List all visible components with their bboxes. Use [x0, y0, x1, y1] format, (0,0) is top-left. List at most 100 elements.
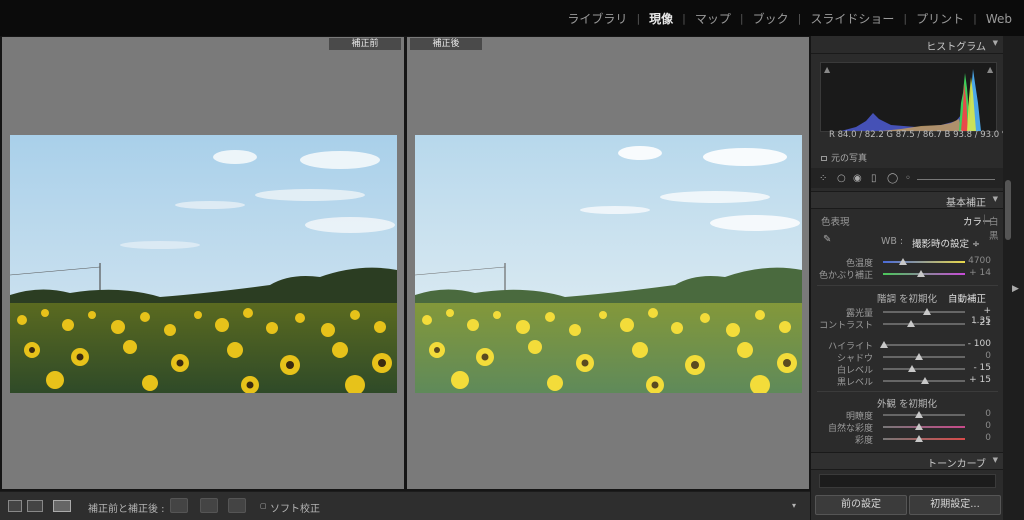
saturation-value[interactable]: 0: [961, 433, 991, 443]
after-pane[interactable]: 補正後: [407, 37, 809, 489]
module-separator: |: [973, 12, 977, 25]
radial-filter-icon[interactable]: ◯: [887, 173, 898, 184]
divider: [817, 285, 998, 286]
module-bar: ライブラリ | 現像 | マップ | ブック | スライドショー | プリント …: [0, 0, 1024, 36]
contrast-knob[interactable]: [907, 320, 915, 327]
reset-button[interactable]: 初期設定...: [909, 495, 1001, 515]
after-photo[interactable]: [415, 135, 802, 393]
treatment-label: 色表現: [821, 217, 850, 228]
whites-slider[interactable]: [883, 368, 965, 370]
basic-header[interactable]: 基本補正 ▼: [811, 191, 1004, 209]
tonecurve-preview[interactable]: [819, 474, 996, 488]
scroll-thumb[interactable]: [1005, 180, 1011, 240]
tonecurve-header[interactable]: トーンカーブ ▼: [811, 452, 1004, 470]
soft-proof-checkbox[interactable]: ▢: [260, 502, 267, 510]
saturation-slider[interactable]: [883, 438, 965, 440]
panel-expand-icon[interactable]: ▶: [1012, 284, 1019, 294]
collapse-icon: ▼: [992, 456, 998, 464]
color-button[interactable]: カラー: [963, 214, 992, 228]
before-photo[interactable]: [10, 135, 397, 393]
wb-eyedropper-icon[interactable]: ✎: [823, 234, 831, 245]
blacks-knob[interactable]: [921, 377, 929, 384]
exposure-knob[interactable]: [923, 308, 931, 315]
presence-reset[interactable]: 外観 を初期化: [877, 396, 937, 410]
tint-value[interactable]: + 14: [961, 268, 991, 278]
before-pane[interactable]: 補正前: [2, 37, 404, 489]
saturation-knob[interactable]: [915, 435, 923, 442]
original-photo-toggle[interactable]: 元の写真: [821, 151, 867, 164]
rgb-readout: R 84.0 / 82.2 G 87.5 / 86.7 B 93.8 / 93.…: [829, 130, 1010, 140]
vibrance-slider[interactable]: [883, 426, 965, 428]
highlights-value[interactable]: - 100: [961, 339, 991, 349]
module-book[interactable]: ブック: [753, 10, 789, 27]
temp-knob[interactable]: [899, 258, 907, 265]
shadows-slider[interactable]: [883, 356, 965, 358]
whites-value[interactable]: - 15: [961, 363, 991, 373]
wb-label: WB :: [881, 236, 904, 247]
module-separator: |: [903, 12, 908, 25]
redeye-icon[interactable]: ◉: [853, 173, 862, 184]
contrast-slider[interactable]: [883, 323, 965, 325]
clarity-value[interactable]: 0: [961, 409, 991, 419]
tone-reset[interactable]: 階調 を初期化: [877, 291, 937, 305]
highlight-clip-icon: ▲: [987, 65, 994, 74]
module-library[interactable]: ライブラリ: [567, 10, 627, 27]
module-separator: |: [636, 12, 641, 25]
histogram[interactable]: ▲ ▲: [820, 62, 997, 132]
shadows-value[interactable]: 0: [961, 351, 991, 361]
highlights-slider[interactable]: [883, 344, 965, 346]
graduated-filter-icon[interactable]: ▯: [871, 173, 877, 184]
contrast-value[interactable]: - 21: [961, 318, 991, 328]
bw-button[interactable]: 白黒: [989, 214, 1003, 242]
tool-strip: ⁘ ○ ◉ ▯ ◯ ◦: [811, 168, 1004, 188]
copy-before-to-after-button[interactable]: [170, 498, 188, 513]
module-develop[interactable]: 現像: [649, 10, 673, 27]
histogram-title: ヒストグラム: [926, 42, 986, 53]
copy-after-to-before-button[interactable]: [200, 498, 218, 513]
collapse-icon: ▼: [992, 39, 998, 47]
contrast-label: コントラスト: [819, 321, 873, 331]
vibrance-knob[interactable]: [915, 423, 923, 430]
temp-value[interactable]: 4700: [961, 256, 991, 266]
auto-tone-button[interactable]: 自動補正: [948, 291, 986, 305]
brush-icon[interactable]: ◦: [905, 173, 911, 184]
clarity-knob[interactable]: [915, 411, 923, 418]
swap-settings-button[interactable]: [228, 498, 246, 513]
clarity-slider[interactable]: [883, 414, 965, 416]
module-web[interactable]: Web: [986, 12, 1012, 26]
tonecurve-title: トーンカーブ: [927, 459, 986, 470]
histogram-header[interactable]: ヒストグラム ▼: [811, 36, 1004, 54]
blacks-value[interactable]: + 15: [961, 375, 991, 385]
shadow-clip-icon: ▲: [824, 65, 831, 74]
toolbar-menu-icon[interactable]: ▾: [792, 501, 796, 510]
loupe-view-icon[interactable]: [8, 500, 22, 512]
develop-panel: ヒストグラム ▼ ▲ ▲ R 84.0 / 82.2 G 87.5 / 86.7…: [810, 36, 1010, 520]
before-label: 補正前: [329, 38, 401, 50]
previous-settings-button[interactable]: 前の設定: [815, 495, 907, 515]
tint-knob[interactable]: [917, 270, 925, 277]
compare-viewer: 補正前 補正後: [0, 36, 810, 491]
original-photo-label: 元の写真: [831, 154, 868, 164]
treatment-sep: |: [983, 214, 987, 225]
module-slideshow[interactable]: スライドショー: [810, 10, 894, 27]
collapse-icon: ▼: [992, 195, 998, 203]
panel-scrollbar[interactable]: [1003, 36, 1024, 520]
highlights-knob[interactable]: [880, 341, 888, 348]
blacks-label: 黒レベル: [836, 378, 873, 388]
module-print[interactable]: プリント: [916, 10, 964, 27]
before-after-icon[interactable]: [53, 500, 71, 512]
spot-removal-icon[interactable]: ○: [837, 173, 846, 184]
brush-slider[interactable]: [917, 179, 995, 180]
compare-view-icon[interactable]: [27, 500, 43, 512]
vibrance-value[interactable]: 0: [961, 421, 991, 431]
whites-knob[interactable]: [908, 365, 916, 372]
module-map[interactable]: マップ: [695, 10, 731, 27]
shadows-knob[interactable]: [915, 353, 923, 360]
temp-slider[interactable]: [883, 261, 965, 263]
compare-label: 補正前と補正後 :: [88, 504, 165, 515]
wb-dropdown[interactable]: 撮影時の設定 ÷: [912, 236, 980, 250]
crop-icon[interactable]: ⁘: [819, 173, 827, 184]
module-separator: |: [682, 12, 686, 25]
tint-label: 色かぶり補正: [818, 271, 873, 281]
after-label: 補正後: [410, 38, 482, 50]
